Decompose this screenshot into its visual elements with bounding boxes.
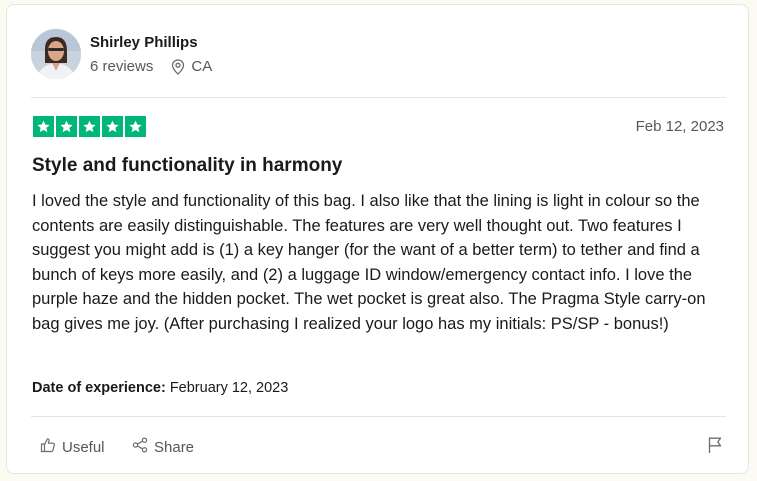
star-icon	[102, 116, 123, 137]
review-count: 6 reviews	[90, 58, 154, 75]
review-card: Shirley Phillips 6 reviews CA Feb 12, 20…	[6, 4, 749, 474]
star-icon	[56, 116, 77, 137]
location-pin-icon	[171, 58, 185, 75]
star-icon	[125, 116, 146, 137]
useful-button[interactable]: Useful	[40, 437, 105, 457]
star-icon	[33, 116, 54, 137]
footer-divider	[31, 416, 726, 417]
avatar-photo	[31, 29, 81, 79]
review-date: Feb 12, 2023	[635, 118, 724, 135]
flag-icon[interactable]	[707, 436, 723, 459]
useful-label: Useful	[62, 438, 105, 456]
share-label: Share	[154, 438, 195, 456]
star-icon	[79, 116, 100, 137]
star-rating	[33, 116, 146, 137]
reviewer-name[interactable]: Shirley Phillips	[90, 34, 198, 51]
thumbs-up-icon	[40, 437, 56, 457]
reviewer-meta: 6 reviews CA	[90, 58, 212, 75]
experience-label: Date of experience:	[32, 380, 166, 396]
avatar[interactable]	[31, 29, 81, 79]
share-button[interactable]: Share	[132, 437, 194, 457]
header-divider	[31, 97, 726, 98]
review-body: I loved the style and functionality of t…	[32, 192, 706, 333]
share-icon	[132, 437, 148, 457]
review-title[interactable]: Style and functionality in harmony	[32, 155, 342, 177]
experience-date: February 12, 2023	[169, 380, 289, 396]
reviewer-location: CA	[191, 58, 213, 75]
date-of-experience: Date of experience: February 12, 2023	[32, 380, 288, 396]
